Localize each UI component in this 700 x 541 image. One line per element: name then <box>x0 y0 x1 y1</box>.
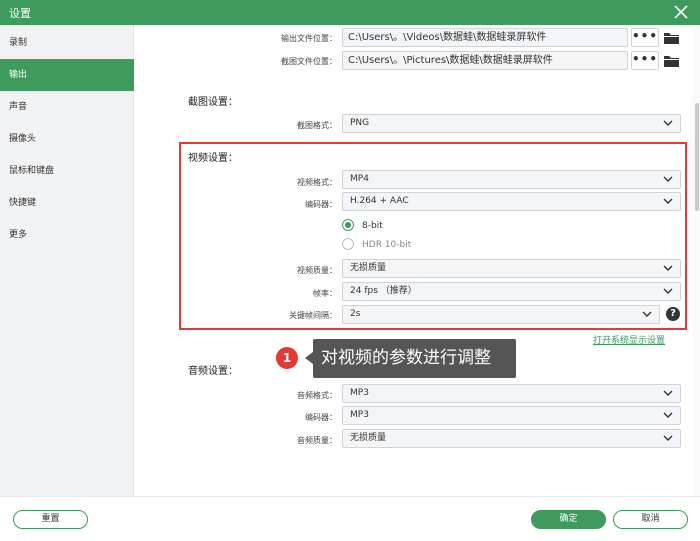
audio-format-label: 音频格式： <box>297 391 337 400</box>
sidebar-item-hotkeys[interactable]: 快捷键 <box>0 187 134 219</box>
folder-icon[interactable] <box>663 54 680 68</box>
audio-format-value: MP3 <box>350 388 369 398</box>
sidebar-item-mouse-keyboard[interactable]: 鼠标和键盘 <box>0 155 134 187</box>
sidebar-item-output[interactable]: 输出 <box>0 59 134 91</box>
scrollbar-thumb[interactable] <box>695 103 699 211</box>
display-settings-link[interactable]: 打开系统显示设置 <box>593 333 665 346</box>
audio-quality-value: 无损质量 <box>350 433 387 443</box>
audio-encoder-select[interactable]: MP3 <box>342 406 681 425</box>
sidebar-item-more[interactable]: 更多 <box>0 219 134 251</box>
sidebar-item-record[interactable]: 录制 <box>0 27 134 59</box>
audio-encoder-label: 编码器： <box>305 413 337 422</box>
reset-button[interactable]: 重置 <box>13 510 88 529</box>
screenshot-settings-title: 截图设置： <box>188 97 238 108</box>
audio-quality-label: 音频质量： <box>297 436 337 445</box>
screenshot-format-value: PNG <box>350 118 370 128</box>
chevron-down-icon <box>663 390 673 396</box>
screenshot-format-label: 截图格式： <box>297 121 337 130</box>
step-number-badge: 1 <box>276 347 298 369</box>
title-bar: 设置 <box>0 0 700 25</box>
output-folder-browse-button[interactable]: ••• <box>631 28 659 47</box>
folder-icon[interactable] <box>663 31 680 45</box>
close-icon[interactable] <box>672 3 690 21</box>
annotation-callout: 对视频的参数进行调整 <box>313 339 516 378</box>
ok-button[interactable]: 确定 <box>531 510 606 529</box>
sidebar-item-camera[interactable]: 摄像头 <box>0 123 134 155</box>
audio-format-select[interactable]: MP3 <box>342 384 681 403</box>
screenshot-folder-label: 截图文件位置： <box>281 57 337 66</box>
chevron-down-icon <box>663 435 673 441</box>
chevron-down-icon <box>663 412 673 418</box>
sidebar-item-sound[interactable]: 声音 <box>0 91 134 123</box>
screenshot-folder-field[interactable]: C:\Users\。\Pictures\数据蛙\数据蛙录屏软件 <box>342 51 628 70</box>
callout-arrow <box>305 352 313 364</box>
screenshot-folder-browse-button[interactable]: ••• <box>631 51 659 70</box>
chevron-down-icon <box>663 120 673 126</box>
window-title: 设置 <box>9 7 31 20</box>
video-settings-highlight <box>179 142 687 330</box>
output-folder-field[interactable]: C:\Users\。\Videos\数据蛙\数据蛙录屏软件 <box>342 28 628 47</box>
scrollbar-track[interactable] <box>692 25 700 496</box>
output-folder-label: 输出文件位置： <box>281 34 337 43</box>
audio-settings-title: 音频设置： <box>188 366 238 377</box>
audio-quality-select[interactable]: 无损质量 <box>342 429 681 448</box>
screenshot-format-select[interactable]: PNG <box>342 114 681 133</box>
audio-encoder-value: MP3 <box>350 410 369 420</box>
sidebar: 录制 输出 声音 摄像头 鼠标和键盘 快捷键 更多 <box>0 25 134 496</box>
cancel-button[interactable]: 取消 <box>613 510 688 529</box>
